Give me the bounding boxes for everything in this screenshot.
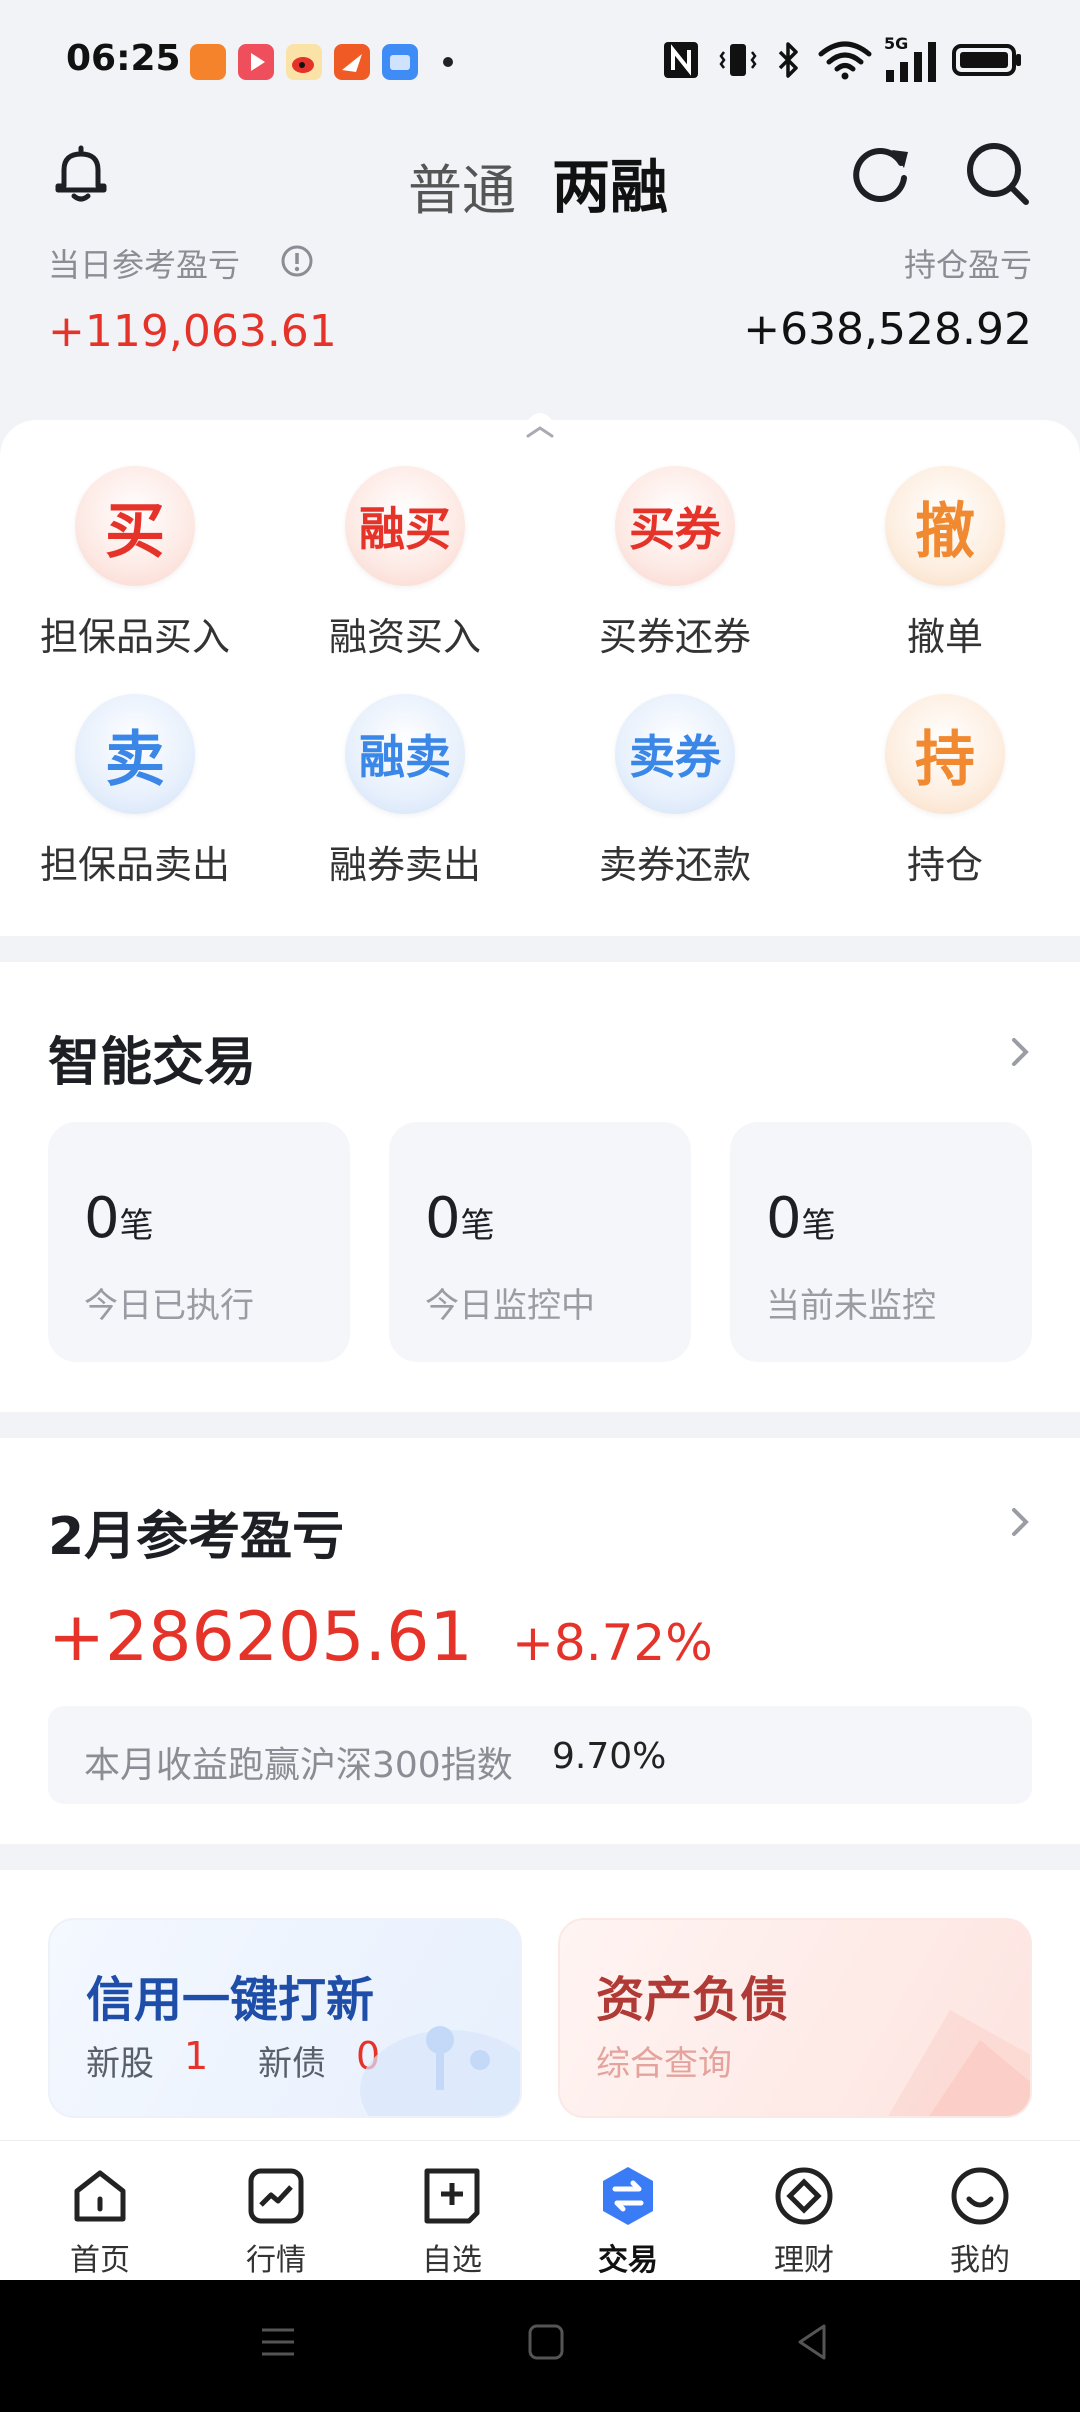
nav-profile[interactable]: 我的 <box>890 2155 1070 2278</box>
asset-liability-card[interactable]: 资产负债 综合查询 <box>558 1918 1032 2118</box>
quick-action-collateral-buy[interactable]: 买担保品买入 <box>0 456 270 676</box>
battery-icon <box>952 44 1021 76</box>
home-icon <box>74 2170 126 2222</box>
status-time: 06:25 <box>66 38 181 79</box>
quick-action-cancel-order[interactable]: 撤撤单 <box>810 456 1080 676</box>
wealth-icon <box>775 2167 833 2225</box>
quick-action-label: 融资买入 <box>328 615 481 659</box>
daily-pnl-value: +119,063.61 <box>48 306 337 357</box>
trade-icon <box>603 2167 653 2225</box>
ipo-bond-label: 新债 <box>258 2044 326 2084</box>
benchmark-bar: 本月收益跑赢沪深300指数 9.70% <box>48 1706 1032 1804</box>
benchmark-value: 9.70% <box>552 1736 667 1777</box>
promo-section: 信用一键打新 新股 1 新债 0 资产负债 综合查询 <box>0 1870 1080 2140</box>
ipo-stock-label: 新股 <box>86 2044 154 2084</box>
wifi-icon <box>818 41 872 80</box>
quick-action-buy-to-cover[interactable]: 买券 买券还券 <box>540 456 810 676</box>
collateral-buy-icon: 买 <box>75 466 195 586</box>
nav-watchlist[interactable]: 自选 <box>362 2155 542 2278</box>
back-icon[interactable] <box>790 2320 834 2364</box>
quick-action-label: 融券卖出 <box>328 843 481 887</box>
daily-pnl-label: 当日参考盈亏 <box>48 246 241 284</box>
sell-to-repay-icon: 卖券 <box>615 694 735 814</box>
home-button-icon[interactable] <box>524 2320 568 2364</box>
smart-trade-card-monitoring[interactable]: 0笔 今日监控中 <box>389 1122 691 1362</box>
monthly-pnl-title: 2月参考盈亏 <box>48 1507 345 1567</box>
weibo-app-icon <box>286 44 322 80</box>
quick-action-label: 卖券还款 <box>598 843 751 887</box>
ipo-title: 信用一键打新 <box>86 1972 375 2028</box>
monthly-pnl-value: +286205.61 <box>48 1598 473 1677</box>
nav-wealth[interactable]: 理财 <box>714 2155 894 2278</box>
watchlist-icon <box>424 2168 480 2224</box>
tab-normal[interactable]: 普通 <box>408 146 516 225</box>
quick-action-label: 持仓 <box>906 843 983 887</box>
quick-action-sell-to-repay[interactable]: 卖券 卖券还款 <box>540 684 810 904</box>
quick-action-label: 担保品卖出 <box>39 843 230 887</box>
short-sell-icon: 融卖 <box>345 694 465 814</box>
profile-icon <box>951 2167 1009 2225</box>
quick-action-positions[interactable]: 持持仓 <box>810 684 1080 904</box>
bottom-nav: 首页 行情 自选 交易 理财 我的 <box>0 2140 1080 2280</box>
collateral-sell-icon: 卖 <box>75 694 195 814</box>
smart-trade-section: 智能交易 0笔 今日已执行 0笔 今日监控中 0笔 当前未监控 <box>0 962 1080 1412</box>
nav-trade[interactable]: 交易 <box>538 2155 718 2278</box>
status-bar: 06:25 5G <box>0 0 1080 120</box>
monthly-pnl-percent: +8.72% <box>512 1614 713 1672</box>
system-nav-bar <box>0 2280 1080 2412</box>
quick-action-margin-buy[interactable]: 融买 融资买入 <box>270 456 540 676</box>
info-icon[interactable] <box>280 244 314 278</box>
feishu-app-icon <box>334 44 370 80</box>
ipo-stock-count: 1 <box>184 2034 209 2078</box>
quick-action-label: 担保品买入 <box>39 615 230 659</box>
cancel-order-icon: 撤 <box>885 466 1005 586</box>
smart-trade-card-unmonitored[interactable]: 0笔 当前未监控 <box>730 1122 1032 1362</box>
margin-buy-icon: 融买 <box>345 466 465 586</box>
refresh-icon[interactable] <box>846 138 916 208</box>
asset-subtitle: 综合查询 <box>596 2044 732 2084</box>
quick-actions-grid: 买担保品买入 融买 融资买入 买券 买券还券撤撤单卖担保品卖出 融卖 融券卖出 卖券 卖券还款持… <box>0 456 1080 916</box>
holding-pnl-label: 持仓盈亏 <box>903 246 1032 284</box>
smart-trade-card-executed[interactable]: 0笔 今日已执行 <box>48 1122 350 1362</box>
buy-to-cover-icon: 买券 <box>615 466 735 586</box>
quick-action-label: 买券还券 <box>598 615 751 659</box>
positions-icon: 持 <box>885 694 1005 814</box>
nav-market[interactable]: 行情 <box>186 2155 366 2278</box>
tab-margin[interactable]: 两融 <box>552 140 668 224</box>
5g-signal-icon: 5G <box>884 34 940 84</box>
nav-home[interactable]: 首页 <box>10 2155 190 2278</box>
nfc-icon <box>664 42 698 78</box>
quick-action-collateral-sell[interactable]: 卖担保品卖出 <box>0 684 270 904</box>
market-icon <box>248 2168 304 2224</box>
benchmark-text: 本月收益跑赢沪深300指数 <box>84 1745 513 1786</box>
quick-action-label: 撤单 <box>906 615 983 659</box>
video-app-icon <box>238 44 274 80</box>
ipo-card[interactable]: 信用一键打新 新股 1 新债 0 <box>48 1918 522 2118</box>
collapse-handle[interactable] <box>470 402 610 452</box>
search-icon[interactable] <box>962 138 1032 208</box>
files-app-icon <box>382 44 418 80</box>
quick-action-short-sell[interactable]: 融卖 融券卖出 <box>270 684 540 904</box>
taobao-app-icon <box>190 44 226 80</box>
dot-icon <box>443 57 453 67</box>
ipo-illustration-icon <box>360 2026 520 2116</box>
asset-illustration-icon <box>888 2010 1030 2116</box>
monthly-pnl-section[interactable]: 2月参考盈亏 +286205.61 +8.72% 本月收益跑赢沪深300指数 9… <box>0 1438 1080 1844</box>
menu-icon[interactable] <box>256 2320 300 2364</box>
bell-icon[interactable] <box>48 140 114 206</box>
chevron-right-icon[interactable] <box>1006 1032 1034 1072</box>
holding-pnl-value: +638,528.92 <box>743 304 1032 355</box>
smart-trade-title: 智能交易 <box>48 1033 257 1093</box>
vibrate-icon <box>719 44 757 76</box>
asset-title: 资产负债 <box>596 1972 789 2028</box>
chevron-right-icon[interactable] <box>1006 1502 1034 1542</box>
bluetooth-icon <box>778 42 798 78</box>
